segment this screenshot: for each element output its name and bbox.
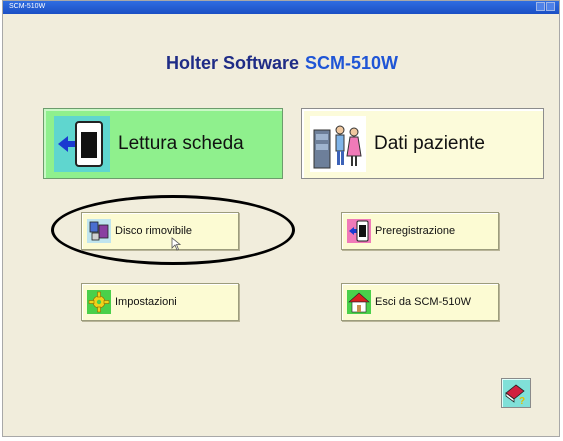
app-title: Holter Software SCM-510W [3, 53, 559, 74]
removable-disk-label: Disco rimovibile [115, 225, 193, 237]
restore-button[interactable] [536, 2, 545, 11]
settings-label: Impostazioni [115, 296, 177, 308]
settings-gear-icon [87, 290, 111, 314]
card-reader-icon [54, 115, 110, 172]
svg-text:?: ? [519, 396, 525, 407]
app-title-text: Holter Software [165, 53, 299, 73]
help-book-icon: ? [505, 384, 525, 407]
preregistration-label: Preregistrazione [375, 225, 456, 237]
close-button[interactable] [546, 2, 555, 11]
help-button[interactable]: ? [501, 378, 531, 408]
read-card-label: Lettura scheda [118, 132, 244, 154]
home-exit-icon [347, 290, 371, 314]
exit-button[interactable]: Esci da SCM-510W [341, 283, 499, 321]
mouse-cursor-icon [171, 237, 181, 251]
removable-disk-icon [87, 219, 111, 243]
patient-data-button[interactable]: Dati paziente [301, 108, 544, 179]
window-title: SCM-510W [9, 3, 46, 10]
product-name: SCM-510W [305, 53, 399, 73]
exit-label: Esci da SCM-510W [375, 296, 471, 308]
settings-button[interactable]: Impostazioni [81, 283, 239, 321]
removable-disk-button[interactable]: Disco rimovibile [81, 212, 239, 250]
preregistration-icon [347, 219, 371, 243]
app-window: SCM-510W Holter Software SCM-510W Lettura… [2, 0, 560, 437]
title-bar[interactable]: SCM-510W [3, 1, 559, 14]
patients-icon [310, 115, 366, 172]
patient-data-label: Dati paziente [374, 132, 485, 154]
preregistration-button[interactable]: Preregistrazione [341, 212, 499, 250]
window-controls [536, 2, 555, 11]
read-card-button[interactable]: Lettura scheda [43, 108, 283, 179]
